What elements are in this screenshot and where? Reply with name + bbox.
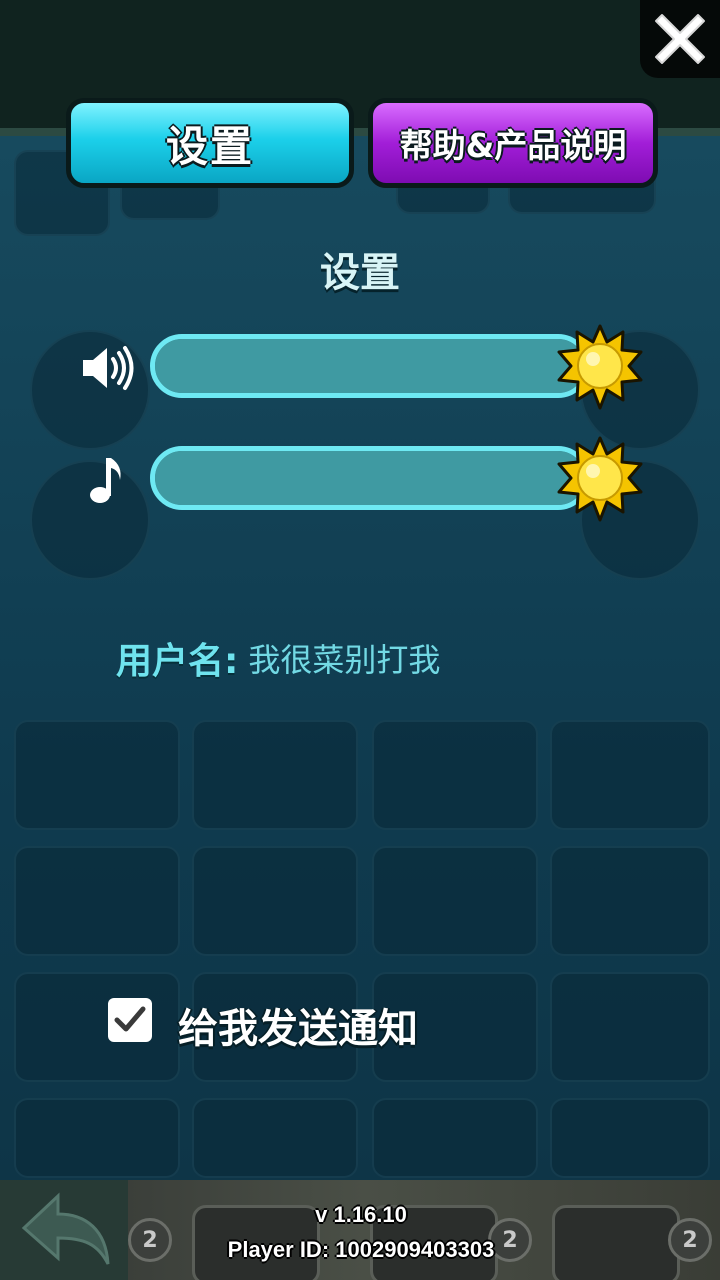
background-card — [192, 846, 358, 956]
music-volume-fill — [155, 451, 585, 505]
checkmark-icon — [114, 1006, 146, 1032]
cost-badge-icon: 2 — [128, 1218, 172, 1262]
background-card — [372, 846, 538, 956]
speaker-icon — [78, 338, 136, 398]
sun-icon[interactable] — [557, 436, 643, 522]
username-value[interactable]: 我很菜别打我 — [248, 635, 440, 681]
sun-icon[interactable] — [557, 324, 643, 410]
background-card — [192, 1098, 358, 1178]
background-card — [192, 720, 358, 830]
sound-volume-fill — [155, 339, 585, 393]
background-card — [372, 720, 538, 830]
settings-heading: 设置 — [320, 250, 400, 296]
back-button[interactable] — [0, 1180, 128, 1280]
username-label: 用户名: — [116, 641, 239, 682]
background-card — [550, 972, 710, 1082]
sound-volume-slider[interactable] — [150, 334, 590, 398]
tab-settings[interactable]: 设置 — [66, 98, 354, 188]
notification-label[interactable]: 给我发送通知 — [178, 996, 418, 1054]
background-card — [550, 846, 710, 956]
version-text: v 1.16.10 — [315, 1202, 407, 1227]
close-button[interactable] — [640, 0, 720, 78]
background-card — [14, 1098, 180, 1178]
username-row: 用户名: 我很菜别打我 — [116, 630, 440, 686]
player-id-text: Player ID: 1002909403303 — [227, 1237, 495, 1262]
close-icon — [655, 14, 705, 64]
background-card — [372, 1098, 538, 1178]
bottom-card — [552, 1205, 680, 1280]
music-volume-slider[interactable] — [150, 446, 590, 510]
background-card — [550, 720, 710, 830]
back-arrow-icon — [21, 1192, 110, 1265]
background-card — [550, 1098, 710, 1178]
background-card — [14, 720, 180, 830]
music-note-icon — [78, 450, 136, 510]
tab-help[interactable]: 帮助&产品说明 — [368, 98, 658, 188]
background-card — [14, 846, 180, 956]
notification-checkbox[interactable] — [108, 998, 152, 1042]
background-card — [14, 972, 180, 1082]
cost-badge-icon: 2 — [668, 1218, 712, 1262]
